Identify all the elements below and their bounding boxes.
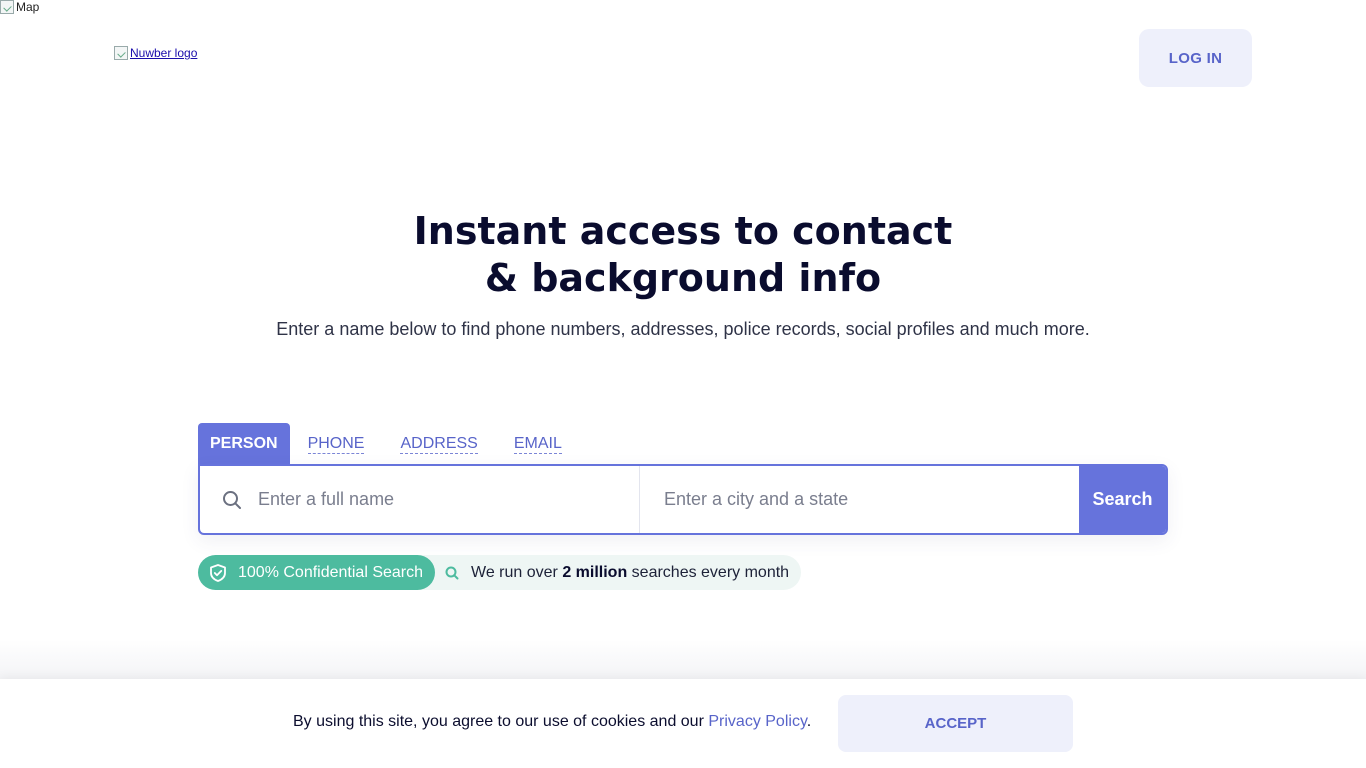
shield-check-icon bbox=[210, 563, 226, 582]
tab-phone[interactable]: PHONE bbox=[290, 423, 383, 465]
map-image: Map bbox=[0, 0, 39, 14]
search-icon bbox=[223, 490, 241, 509]
page-title: Instant access to contact & background i… bbox=[0, 208, 1366, 302]
logo-link[interactable]: Nuwber logo bbox=[114, 46, 197, 60]
search-button[interactable]: Search bbox=[1079, 466, 1166, 533]
accept-cookies-button[interactable]: ACCEPT bbox=[838, 695, 1073, 752]
search-icon bbox=[445, 566, 459, 579]
city-field bbox=[640, 466, 1079, 533]
tab-email[interactable]: EMAIL bbox=[496, 423, 580, 465]
broken-image-icon bbox=[0, 0, 14, 14]
broken-image-icon bbox=[114, 46, 128, 60]
map-alt-text: Map bbox=[16, 0, 40, 14]
section-divider bbox=[0, 640, 1366, 680]
tab-address[interactable]: ADDRESS bbox=[382, 423, 495, 465]
trust-badges: 100% Confidential Search We run over 2 m… bbox=[198, 555, 802, 590]
privacy-policy-link[interactable]: Privacy Policy bbox=[708, 713, 806, 730]
tab-person[interactable]: PERSON bbox=[198, 423, 290, 465]
stats-text: We run over 2 million searches every mon… bbox=[471, 564, 789, 582]
confidential-badge: 100% Confidential Search bbox=[198, 555, 436, 590]
tab-email-label: EMAIL bbox=[513, 434, 562, 454]
search-form: Search bbox=[198, 464, 1168, 535]
title-line-1: Instant access to contact bbox=[413, 209, 953, 253]
stats-number: 2 million bbox=[562, 563, 628, 581]
search-tabs: PERSON PHONE ADDRESS EMAIL bbox=[198, 423, 580, 465]
title-line-2: & background info bbox=[484, 256, 882, 300]
tab-person-label: PERSON bbox=[210, 435, 278, 452]
cookie-period: . bbox=[806, 713, 812, 730]
cookie-banner: By using this site, you agree to our use… bbox=[0, 679, 1366, 768]
logo-alt-text: Nuwber logo bbox=[130, 46, 198, 60]
cookie-text: By using this site, you agree to our use… bbox=[293, 713, 811, 731]
confidential-text: 100% Confidential Search bbox=[238, 563, 424, 581]
tab-phone-label: PHONE bbox=[307, 434, 365, 454]
tab-address-label: ADDRESS bbox=[400, 434, 478, 454]
cookie-message: By using this site, you agree to our use… bbox=[293, 713, 709, 730]
full-name-input[interactable] bbox=[256, 488, 639, 511]
city-state-input[interactable] bbox=[662, 488, 1079, 511]
stats-badge: We run over 2 million searches every mon… bbox=[419, 555, 802, 590]
stats-suffix: searches every month bbox=[627, 563, 790, 581]
page-subtitle: Enter a name below to find phone numbers… bbox=[276, 319, 1090, 339]
name-field bbox=[200, 466, 640, 533]
stats-prefix: We run over bbox=[471, 563, 563, 581]
login-button[interactable]: LOG IN bbox=[1139, 29, 1252, 87]
